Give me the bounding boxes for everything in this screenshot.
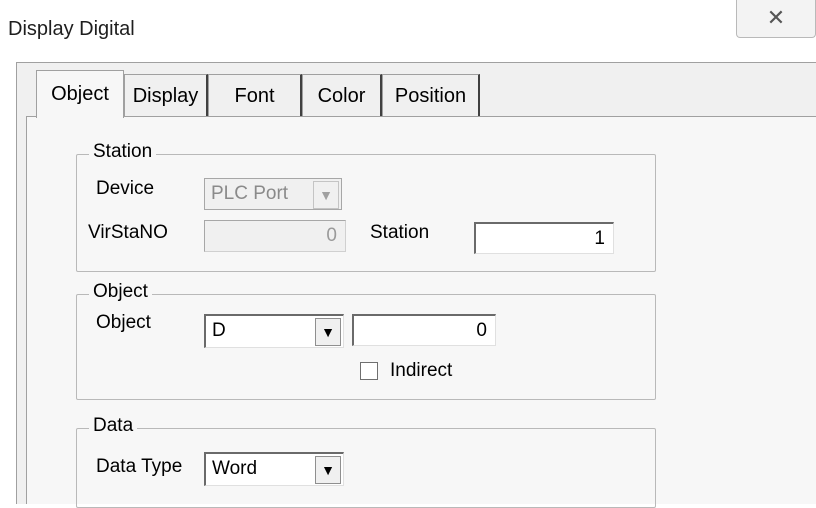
data-type-select[interactable]: Word ▼ [204, 452, 344, 486]
object-group: Object [76, 281, 656, 400]
object-type-select[interactable]: D ▼ [204, 314, 344, 348]
chevron-down-icon: ▼ [315, 318, 341, 346]
tab-position[interactable]: Position [382, 74, 480, 116]
station-group: Station [76, 141, 656, 272]
tab-display[interactable]: Display [124, 74, 208, 116]
virstano-label: VirStaNO [88, 222, 168, 243]
tab-color[interactable]: Color [302, 74, 382, 116]
station-label: Station [370, 222, 430, 243]
station-field[interactable]: 1 [474, 222, 614, 254]
chevron-down-icon: ▼ [313, 181, 339, 209]
object-legend: Object [89, 281, 152, 303]
object-label: Object [96, 312, 151, 333]
object-address-field[interactable]: 0 [352, 314, 496, 346]
device-label: Device [96, 178, 155, 199]
virstano-field[interactable]: 0 [204, 220, 346, 252]
window-title: Display Digital [8, 18, 135, 40]
device-select[interactable]: PLC Port ▼ [204, 178, 342, 210]
indirect-checkbox[interactable] [360, 362, 378, 380]
data-type-label: Data Type [96, 456, 183, 477]
station-legend: Station [89, 141, 157, 163]
tab-object[interactable]: Object [36, 70, 124, 118]
tab-font[interactable]: Font [208, 74, 302, 116]
chevron-down-icon: ▼ [315, 456, 341, 484]
data-legend: Data [89, 415, 138, 437]
close-button[interactable]: ✕ [736, 0, 816, 38]
close-icon: ✕ [766, 6, 786, 31]
indirect-label: Indirect [390, 360, 453, 381]
